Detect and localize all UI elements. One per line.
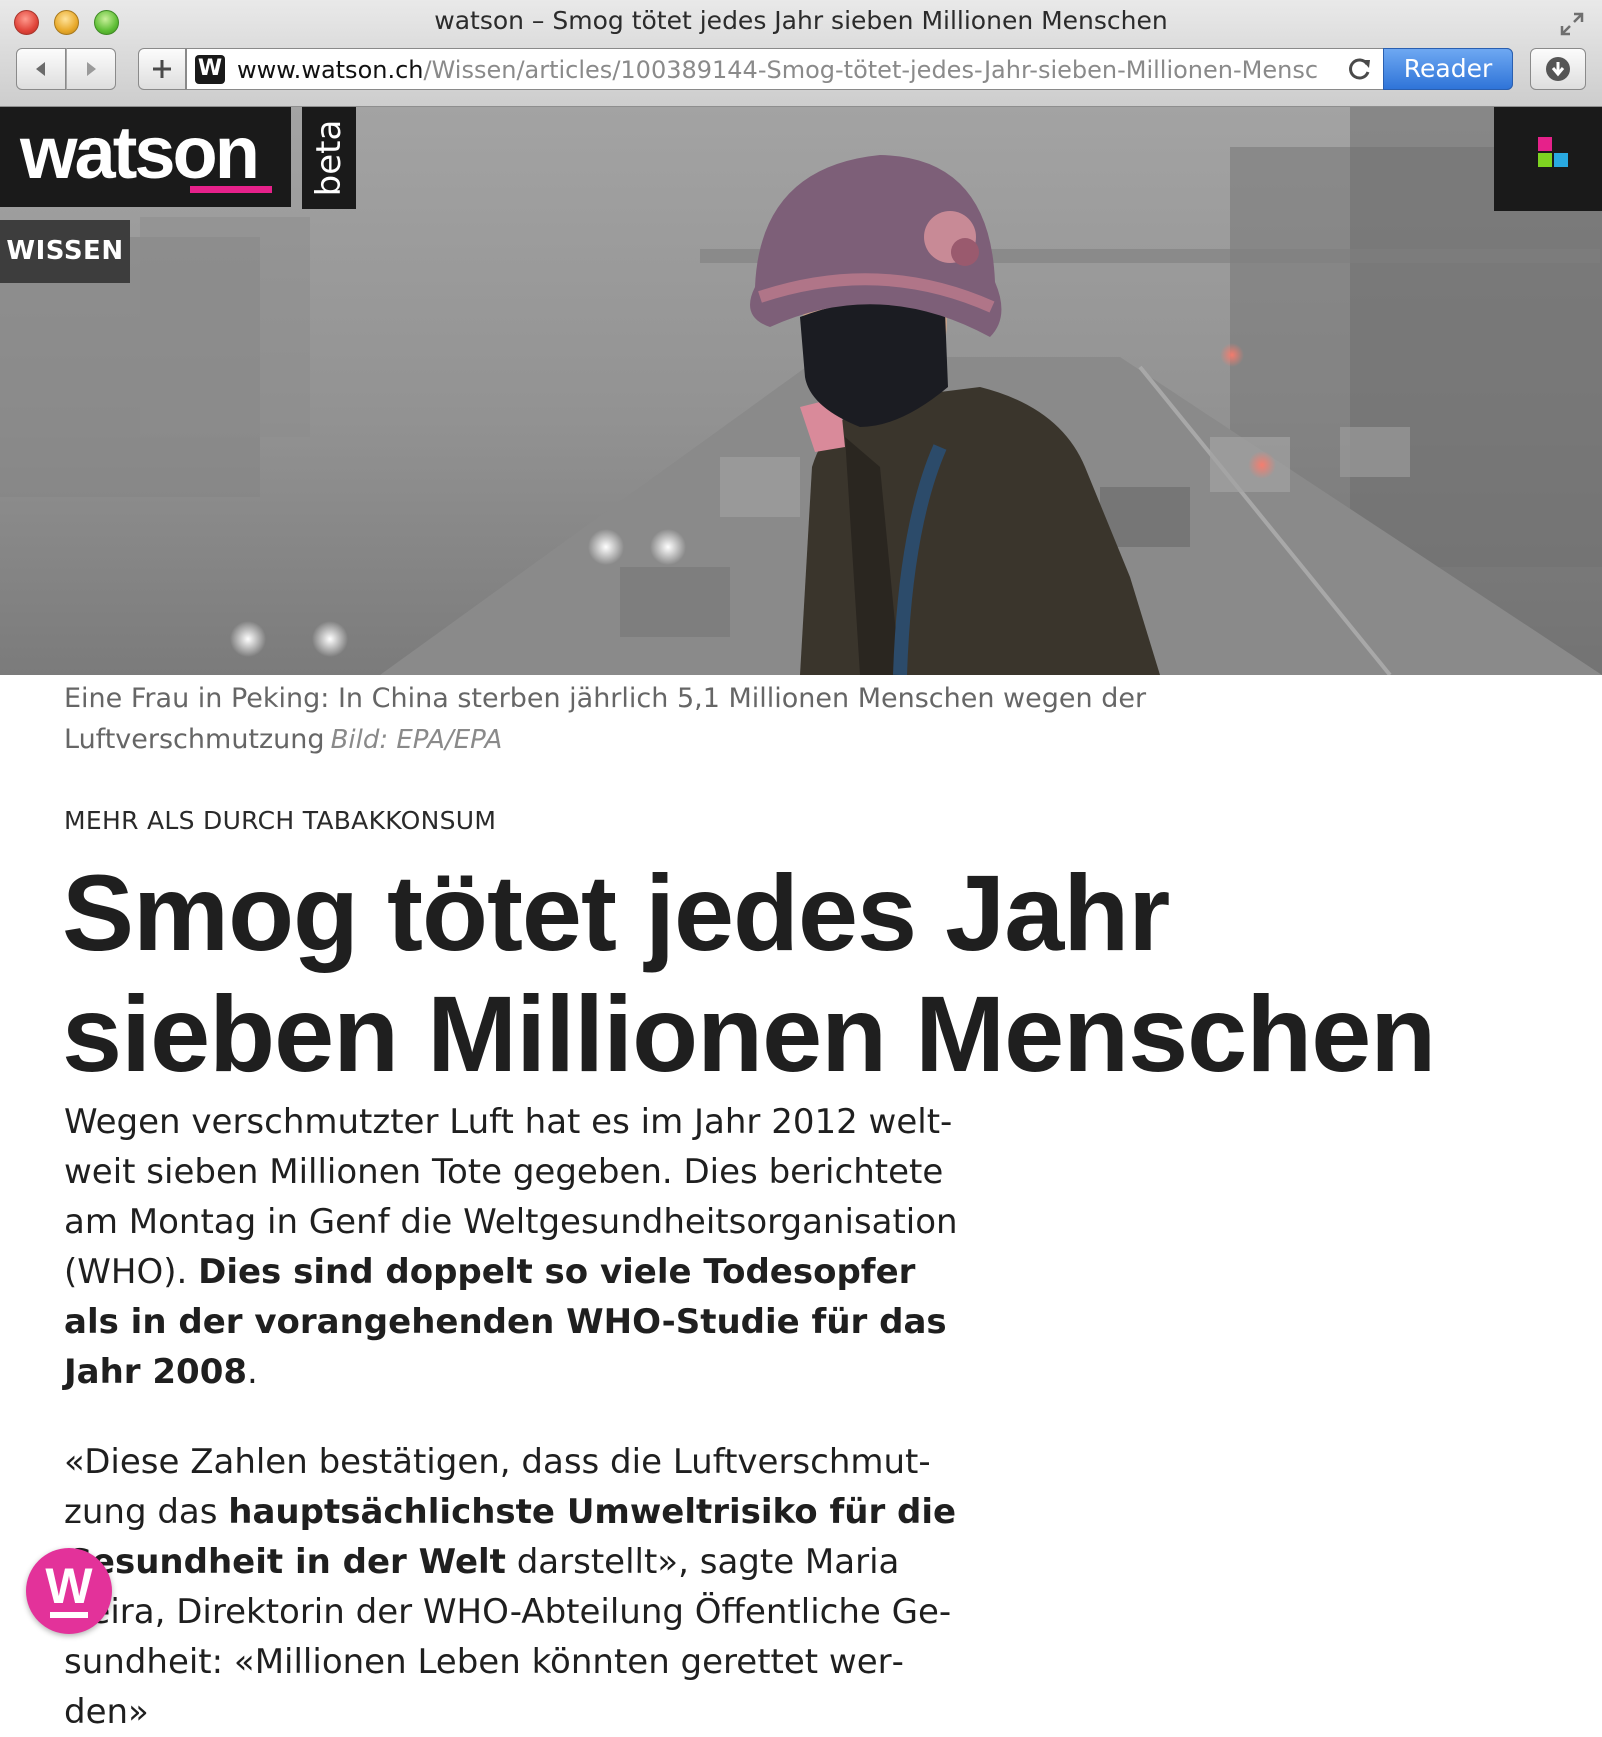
url-host: www.watson.ch bbox=[237, 56, 424, 84]
back-button[interactable] bbox=[16, 48, 66, 90]
fab-logo-icon: W bbox=[45, 1558, 93, 1614]
forward-button[interactable] bbox=[66, 48, 116, 90]
address-bar[interactable]: W www.watson.ch/Wissen/articles/10038914… bbox=[186, 48, 1513, 90]
reader-button[interactable]: Reader bbox=[1383, 48, 1513, 90]
article-paragraph-2: «Diese Zahlen bestätigen, dass die Luftv… bbox=[64, 1437, 964, 1737]
para1-end: . bbox=[247, 1352, 258, 1392]
menu-button[interactable] bbox=[1494, 107, 1602, 211]
beta-label: beta bbox=[309, 119, 349, 197]
section-tag-wissen[interactable]: WISSEN bbox=[0, 220, 130, 283]
fullscreen-icon[interactable] bbox=[1558, 10, 1586, 38]
article-kicker: MEHR ALS DURCH TABAKKONSUM bbox=[64, 806, 497, 835]
reload-icon bbox=[1349, 58, 1370, 80]
window-title: watson – Smog tötet jedes Jahr sieben Mi… bbox=[434, 6, 1168, 35]
logo-wordmark: watson bbox=[20, 111, 260, 194]
chevron-right-icon bbox=[87, 62, 96, 76]
browser-toolbar: watson – Smog tötet jedes Jahr sieben Mi… bbox=[0, 0, 1602, 107]
url-path: /Wissen/articles/100389144-Smog-tötet-je… bbox=[423, 56, 1319, 84]
downloads-button[interactable] bbox=[1530, 48, 1586, 90]
article-paragraph-1: Wegen verschmutzter Luft hat es im Jahr … bbox=[64, 1097, 964, 1397]
headline-line-1: Smog tötet jedes Jahr bbox=[62, 852, 1170, 973]
add-bookmark-button[interactable] bbox=[138, 48, 186, 90]
beta-badge: beta bbox=[302, 107, 356, 209]
caption-text: Eine Frau in Peking: In China sterben jä… bbox=[64, 683, 1147, 755]
logo-underline bbox=[190, 186, 272, 193]
chevron-left-icon bbox=[36, 62, 45, 76]
plus-icon bbox=[153, 60, 171, 78]
url-text[interactable]: www.watson.ch/Wissen/articles/100389144-… bbox=[237, 55, 1512, 85]
reload-button[interactable] bbox=[1340, 48, 1380, 90]
fab-underline bbox=[50, 1612, 88, 1618]
watson-fab-button[interactable]: W bbox=[26, 1548, 112, 1634]
image-caption: Eine Frau in Peking: In China sterben jä… bbox=[64, 678, 1164, 761]
site-logo[interactable]: watson bbox=[0, 107, 291, 207]
image-credit: Bild: EPA/EPA bbox=[330, 725, 503, 755]
download-icon bbox=[1546, 57, 1570, 81]
site-favicon: W bbox=[195, 55, 225, 84]
headline-line-2: sieben Millionen Menschen bbox=[62, 973, 1436, 1094]
article-headline: Smog tötet jedes Jahr sieben Millionen M… bbox=[62, 852, 1562, 1094]
